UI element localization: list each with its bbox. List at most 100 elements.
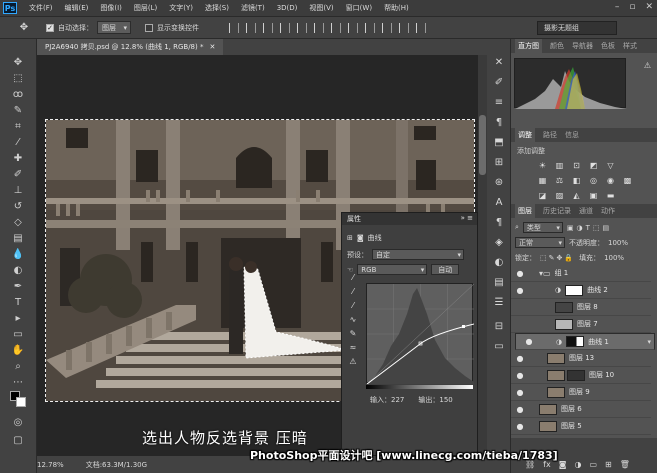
distribute-hcenter-icon[interactable] bbox=[399, 22, 409, 33]
stamp-tool-icon[interactable]: ⊥ bbox=[10, 183, 26, 197]
white-point-eyedropper-icon[interactable]: ⁄ bbox=[346, 298, 360, 312]
eye-icon[interactable]: ● bbox=[524, 337, 534, 346]
eye-icon[interactable]: ● bbox=[515, 388, 525, 397]
eraser-tool-icon[interactable]: ◇ bbox=[10, 215, 26, 229]
distribute-right-icon[interactable] bbox=[416, 22, 426, 33]
show-transform-checkbox[interactable] bbox=[145, 23, 153, 32]
eye-icon[interactable]: ● bbox=[515, 422, 525, 431]
menu-type[interactable]: 文字(Y) bbox=[163, 3, 199, 13]
layer-thumb[interactable] bbox=[547, 352, 565, 364]
align-top-icon[interactable] bbox=[229, 22, 239, 33]
menu-help[interactable]: 帮助(H) bbox=[378, 3, 415, 13]
paragraph-icon[interactable]: ¶ bbox=[492, 115, 506, 129]
crop-tool-icon[interactable]: ⌗ bbox=[10, 119, 26, 133]
tool-presets-icon[interactable]: ✕ bbox=[492, 55, 506, 69]
align-vcenter-icon[interactable] bbox=[246, 22, 256, 33]
type-tool-icon[interactable]: T bbox=[10, 295, 26, 309]
notes-icon[interactable]: ▤ bbox=[492, 275, 506, 289]
menu-file[interactable]: 文件(F) bbox=[23, 3, 59, 13]
tab-adjustments[interactable]: 调整 bbox=[515, 128, 535, 142]
layer-thumb[interactable] bbox=[555, 301, 573, 313]
eyedropper-tool-icon[interactable]: ⁄ bbox=[10, 135, 26, 149]
menu-3d[interactable]: 3D(D) bbox=[271, 4, 304, 12]
document-tab[interactable]: PJ2A6940 拷贝.psd @ 12.8% (曲线 1, RGB/8) * … bbox=[37, 39, 224, 55]
layer-thumb[interactable] bbox=[539, 420, 557, 432]
layer-row[interactable]: ● 图层 7 bbox=[511, 316, 651, 333]
layer-mask-thumb[interactable] bbox=[566, 336, 585, 347]
tab-navigator[interactable]: 导航器 bbox=[572, 41, 593, 51]
eye-icon[interactable]: ● bbox=[515, 354, 525, 363]
curves-icon[interactable]: ⊡ bbox=[571, 160, 582, 170]
layer-row-selected[interactable]: ● ◑ 曲线 1 bbox=[515, 333, 655, 350]
menu-view[interactable]: 视图(V) bbox=[303, 3, 339, 13]
eye-icon[interactable]: ● bbox=[515, 371, 525, 380]
levels-icon[interactable]: ▥ bbox=[554, 160, 565, 170]
eye-icon[interactable]: ● bbox=[515, 405, 525, 414]
screen-mode-icon[interactable]: ▢ bbox=[10, 433, 26, 447]
background-color-swatch[interactable] bbox=[16, 397, 26, 407]
timeline-icon[interactable]: ◐ bbox=[492, 255, 506, 269]
new-group-icon[interactable]: ▭ bbox=[589, 460, 597, 469]
brush-settings-icon[interactable]: ✐ bbox=[492, 75, 506, 89]
color-balance-icon[interactable]: ⚖ bbox=[554, 175, 565, 185]
gradient-map-icon[interactable]: ▬ bbox=[605, 190, 616, 200]
mask-icon[interactable]: ◙ bbox=[357, 234, 364, 242]
eye-icon[interactable]: ● bbox=[515, 269, 525, 278]
selective-color-icon[interactable]: ▣ bbox=[588, 190, 599, 200]
more-tools-icon[interactable]: ⋯ bbox=[10, 375, 26, 389]
tab-info[interactable]: 信息 bbox=[565, 130, 579, 140]
shape-tool-icon[interactable]: ▭ bbox=[10, 327, 26, 341]
tab-swatches[interactable]: 色板 bbox=[601, 41, 615, 51]
layer-mask-thumb[interactable] bbox=[567, 369, 585, 381]
add-mask-icon[interactable]: ◙ bbox=[559, 460, 567, 469]
properties-header[interactable]: 属性 » ≡ bbox=[342, 213, 477, 225]
layer-thumb[interactable] bbox=[547, 369, 565, 381]
scrollbar-thumb[interactable] bbox=[479, 115, 486, 175]
preset-dropdown[interactable]: 自定 bbox=[372, 249, 464, 260]
distribute-top-icon[interactable] bbox=[331, 22, 341, 33]
workspace-select[interactable]: 摄影无题组 bbox=[537, 21, 617, 35]
tab-styles[interactable]: 样式 bbox=[623, 41, 637, 51]
tab-history[interactable]: 历史记录 bbox=[543, 206, 571, 216]
dodge-tool-icon[interactable]: ◐ bbox=[10, 263, 26, 277]
layer-row[interactable]: ● 图层 13 bbox=[511, 350, 651, 367]
move-tool-icon[interactable]: ✥ bbox=[10, 55, 26, 69]
curve-graph[interactable] bbox=[366, 283, 475, 385]
fill-value[interactable]: 100% bbox=[604, 254, 624, 262]
character-icon[interactable]: A bbox=[492, 195, 506, 209]
tab-histogram[interactable]: 直方图 bbox=[515, 39, 542, 53]
eye-icon[interactable]: ● bbox=[515, 286, 525, 295]
move-tool-icon[interactable]: ✥ bbox=[16, 22, 32, 33]
layer-row[interactable]: ● 图层 6 bbox=[511, 401, 651, 418]
channel-dropdown[interactable]: RGB bbox=[357, 264, 428, 275]
posterize-icon[interactable]: ▨ bbox=[554, 190, 565, 200]
threshold-icon[interactable]: ◭ bbox=[571, 190, 582, 200]
align-right-icon[interactable] bbox=[314, 22, 324, 33]
quick-mask-icon[interactable]: ◎ bbox=[10, 415, 26, 429]
smooth-curve-icon[interactable]: ≈ bbox=[346, 340, 360, 354]
maximize-button[interactable]: ▫ bbox=[629, 2, 635, 12]
close-tab-icon[interactable]: ✕ bbox=[209, 43, 215, 51]
pen-tool-icon[interactable]: ✒ bbox=[10, 279, 26, 293]
character-styles-icon[interactable]: ⬒ bbox=[492, 135, 506, 149]
3d-icon[interactable]: ◈ bbox=[492, 235, 506, 249]
delete-layer-icon[interactable]: 🗑 bbox=[620, 460, 630, 469]
hand-tool-icon[interactable]: ✋ bbox=[10, 343, 26, 357]
auto-button[interactable]: 自动 bbox=[431, 264, 460, 275]
zoom-level[interactable]: 12.78% bbox=[37, 461, 64, 469]
history-brush-tool-icon[interactable]: ↺ bbox=[10, 199, 26, 213]
lasso-tool-icon[interactable]: ꝏ bbox=[10, 87, 26, 101]
auto-select-checkbox[interactable]: ✓ bbox=[46, 23, 54, 32]
adjust-icon[interactable]: ⊟ bbox=[492, 319, 506, 333]
menu-window[interactable]: 窗口(W) bbox=[340, 3, 378, 13]
device-icon[interactable]: ▭ bbox=[492, 339, 506, 353]
photo-filter-icon[interactable]: ◎ bbox=[588, 175, 599, 185]
black-point-eyedropper-icon[interactable]: ⁄ bbox=[346, 270, 360, 284]
align-left-icon[interactable] bbox=[280, 22, 290, 33]
opacity-value[interactable]: 100% bbox=[608, 239, 628, 247]
gray-point-eyedropper-icon[interactable]: ⁄ bbox=[346, 284, 360, 298]
tab-channels[interactable]: 通道 bbox=[579, 206, 593, 216]
menu-filter[interactable]: 滤镜(T) bbox=[235, 3, 271, 13]
pencil-draw-icon[interactable]: ✎ bbox=[346, 326, 360, 340]
curve-point-icon[interactable]: ∿ bbox=[346, 312, 360, 326]
